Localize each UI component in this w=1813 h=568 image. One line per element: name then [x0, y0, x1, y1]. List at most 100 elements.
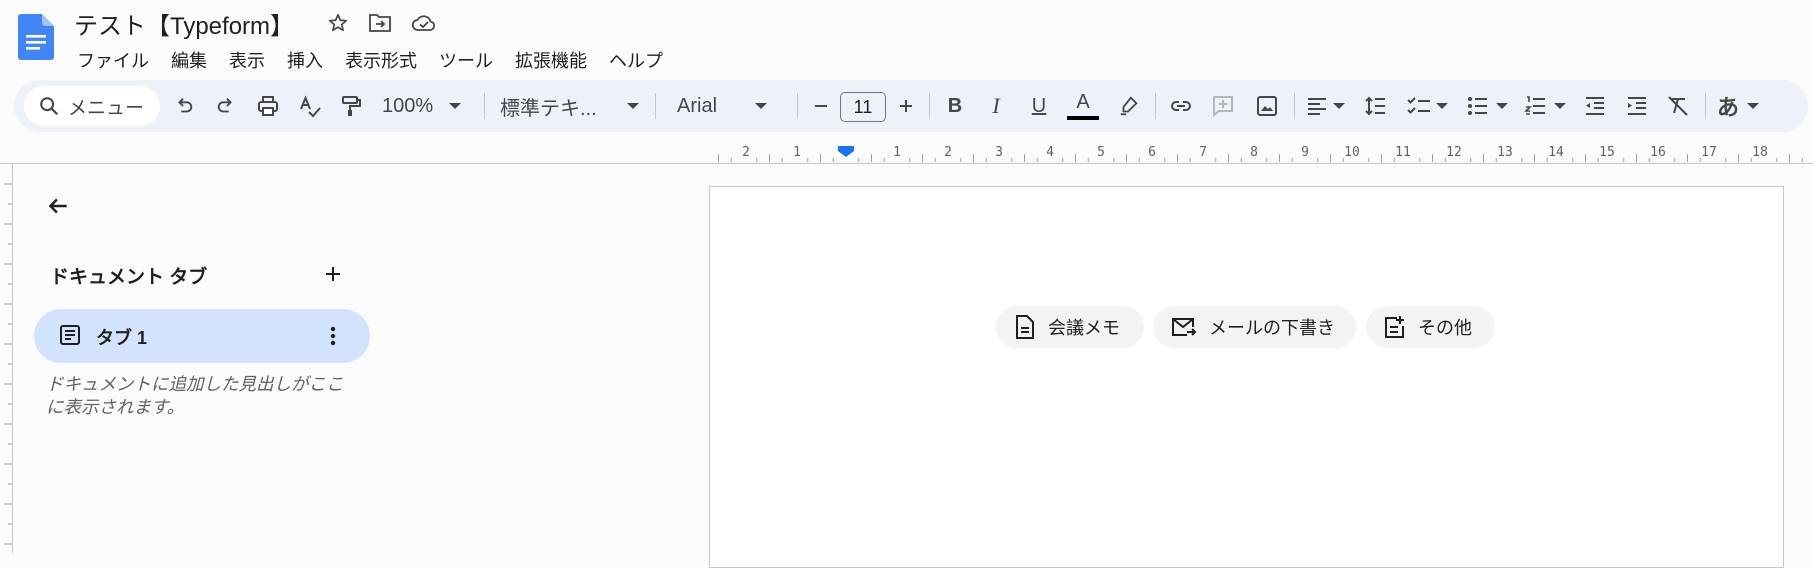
- chip-meeting-notes[interactable]: 会議メモ: [996, 306, 1144, 348]
- text-color-letter: A: [1076, 91, 1090, 113]
- highlight-icon[interactable]: [1114, 90, 1144, 122]
- bulleted-list-select[interactable]: [1466, 90, 1514, 122]
- ruler-label: 6: [1148, 145, 1156, 160]
- align-left-icon: [1308, 98, 1326, 115]
- text-color-button[interactable]: A: [1067, 90, 1099, 124]
- ruler-label: 1: [893, 145, 901, 160]
- ruler-label: 16: [1650, 145, 1666, 160]
- cloud-saved-icon[interactable]: [411, 10, 437, 36]
- search-menus-label: メニュー: [68, 97, 145, 119]
- increase-font-size-button[interactable]: [895, 90, 917, 122]
- add-tab-button[interactable]: [318, 259, 348, 289]
- ruler-label: 9: [1301, 145, 1309, 160]
- menu-tools[interactable]: ツール: [428, 45, 504, 75]
- spellcheck-icon[interactable]: [295, 90, 325, 122]
- ruler-label: 5: [1097, 145, 1105, 160]
- move-to-folder-icon[interactable]: [367, 10, 393, 36]
- italic-button[interactable]: I: [984, 90, 1008, 122]
- paragraph-style-select[interactable]: 標準テキ...: [500, 90, 640, 122]
- menu-file[interactable]: ファイル: [66, 45, 160, 75]
- toolbar-divider: [655, 93, 656, 119]
- toolbar-divider: [484, 93, 485, 119]
- toolbar-divider: [1155, 93, 1156, 119]
- line-spacing-icon[interactable]: [1361, 90, 1391, 122]
- numbered-list-select[interactable]: [1524, 90, 1572, 122]
- chip-label: その他: [1418, 318, 1472, 338]
- menu-edit[interactable]: 編集: [160, 45, 218, 75]
- ruler-label: 8: [1250, 145, 1258, 160]
- checklist-icon: [1407, 97, 1430, 114]
- ruler-label: 7: [1199, 145, 1207, 160]
- ruler-label: 2: [742, 145, 750, 160]
- outline-hint: ドキュメントに追加した見出しがここに表示されます。: [46, 374, 344, 417]
- add-comment-icon[interactable]: [1208, 90, 1238, 122]
- clear-formatting-icon[interactable]: [1663, 90, 1693, 122]
- chevron-down-icon: [755, 103, 768, 109]
- chip-label: メールの下書き: [1209, 318, 1335, 338]
- toolbar-divider: [1294, 93, 1295, 119]
- chip-email-draft[interactable]: メールの下書き: [1153, 306, 1356, 348]
- chevron-down-icon: [1554, 103, 1566, 109]
- font-size-input[interactable]: 11: [840, 92, 886, 122]
- toolbar-divider: [797, 93, 798, 119]
- search-menus-input[interactable]: メニュー: [24, 86, 160, 126]
- ruler-label: 15: [1599, 145, 1615, 160]
- paragraph-style-value: 標準テキ...: [500, 97, 597, 120]
- search-icon: [40, 97, 59, 116]
- star-icon[interactable]: [325, 10, 351, 36]
- menu-format[interactable]: 表示形式: [334, 45, 428, 75]
- document-title[interactable]: テスト【Typeform】: [74, 6, 294, 41]
- more-vert-icon[interactable]: [320, 320, 346, 352]
- zoom-select[interactable]: 100%: [382, 90, 482, 122]
- text-color-swatch: [1067, 116, 1099, 120]
- ruler-label: 14: [1548, 145, 1564, 160]
- ruler-label: 11: [1395, 145, 1411, 160]
- bold-button[interactable]: B: [943, 90, 967, 122]
- menubar: ファイル 編集 表示 挿入 表示形式 ツール 拡張機能 ヘルプ: [66, 45, 674, 75]
- menu-insert[interactable]: 挿入: [276, 45, 334, 75]
- chevron-down-icon: [1436, 103, 1448, 109]
- vertical-ruler[interactable]: [0, 164, 13, 553]
- chip-label: 会議メモ: [1048, 318, 1120, 338]
- ruler-label: 10: [1344, 145, 1360, 160]
- menu-help[interactable]: ヘルプ: [598, 45, 674, 75]
- input-tools-label: あ: [1717, 95, 1740, 120]
- font-family-value: Arial: [677, 94, 718, 117]
- tab-document-icon: [60, 325, 80, 345]
- undo-icon[interactable]: [170, 90, 198, 122]
- input-tools-select[interactable]: あ: [1717, 90, 1765, 122]
- horizontal-ruler[interactable]: 2 1 1 2 3 4 5 6 7 8 9 10 11 12 13 14 15 16 17 18: [710, 142, 1810, 164]
- font-family-select[interactable]: Arial: [677, 90, 779, 122]
- menu-view[interactable]: 表示: [218, 45, 276, 75]
- checklist-select[interactable]: [1406, 90, 1454, 122]
- bulleted-list-icon: [1468, 97, 1487, 115]
- increase-indent-icon[interactable]: [1622, 90, 1652, 122]
- ruler-label: 1: [793, 145, 801, 160]
- ruler-label: 17: [1701, 145, 1717, 160]
- back-arrow-icon[interactable]: [40, 188, 76, 224]
- ruler-label: 13: [1497, 145, 1513, 160]
- document-tabs-heading: ドキュメント タブ: [50, 267, 208, 288]
- insert-link-icon[interactable]: [1166, 90, 1196, 122]
- redo-icon[interactable]: [212, 90, 240, 122]
- decrease-font-size-button[interactable]: [810, 90, 832, 122]
- left-indent-marker: [838, 146, 854, 157]
- underline-button[interactable]: U: [1027, 90, 1051, 122]
- ruler-label: 18: [1752, 145, 1768, 160]
- ruler-minor-ticks: [718, 154, 1803, 162]
- tab-label: タブ 1: [96, 328, 148, 348]
- menu-extensions[interactable]: 拡張機能: [504, 45, 598, 75]
- insert-image-icon[interactable]: [1252, 90, 1282, 122]
- print-icon[interactable]: [253, 90, 283, 122]
- mail-icon: [1172, 318, 1197, 336]
- chip-other[interactable]: その他: [1366, 306, 1495, 348]
- align-select[interactable]: [1305, 90, 1347, 122]
- paint-format-icon[interactable]: [336, 90, 366, 122]
- add-note-icon: [1385, 316, 1404, 338]
- ruler-label: 2: [944, 145, 952, 160]
- docs-logo-icon[interactable]: [18, 14, 54, 60]
- decrease-indent-icon[interactable]: [1580, 90, 1610, 122]
- numbered-list-icon: [1524, 96, 1545, 115]
- chevron-down-icon: [626, 103, 639, 109]
- document-page[interactable]: [709, 186, 1784, 568]
